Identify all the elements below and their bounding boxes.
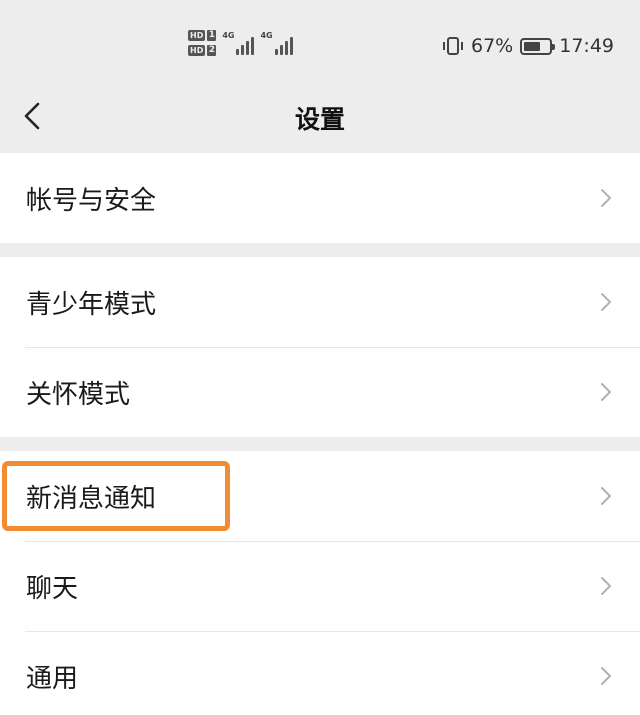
battery-icon (520, 37, 556, 55)
settings-item-notifications[interactable]: 新消息通知 (0, 451, 640, 541)
sim1-slot: 1 (207, 30, 217, 41)
network-type-2: 4G (260, 31, 273, 40)
settings-screen: HD 1 HD 2 4G 4G 67% 17:49 设置 帐号与安全 青少年模式… (0, 0, 640, 715)
settings-item-label: 关怀模式 (26, 379, 131, 410)
page-title: 设置 (294, 105, 345, 134)
settings-item-label: 通用 (26, 663, 79, 694)
clock: 17:49 (559, 35, 614, 57)
settings-item-chat[interactable]: 聊天 (0, 541, 640, 631)
settings-item-care-mode[interactable]: 关怀模式 (0, 347, 640, 437)
chevron-right-icon (601, 577, 611, 595)
signal-indicators: HD 1 HD 2 4G 4G (188, 30, 293, 56)
hd-badge-2: HD (188, 45, 206, 56)
settings-item-account-security[interactable]: 帐号与安全 (0, 153, 640, 243)
nav-header: 设置 (0, 90, 640, 153)
settings-item-label: 帐号与安全 (26, 185, 157, 216)
chevron-right-icon (601, 293, 611, 311)
settings-item-label: 聊天 (26, 573, 79, 604)
status-bar: HD 1 HD 2 4G 4G 67% 17:49 (0, 0, 640, 90)
settings-item-label: 新消息通知 (26, 483, 157, 514)
battery-percent: 67% (471, 35, 514, 57)
settings-group-modes: 青少年模式 关怀模式 (0, 257, 640, 437)
chevron-right-icon (601, 487, 611, 505)
vibrate-icon (443, 37, 463, 55)
sim2-badge: HD 2 (188, 45, 217, 56)
settings-group-general: 新消息通知 聊天 通用 (0, 451, 640, 715)
battery-fill (524, 41, 541, 51)
settings-item-label: 青少年模式 (26, 289, 157, 320)
network-type-1: 4G (222, 31, 235, 40)
signal-icon-2: 4G (260, 31, 293, 55)
settings-item-teen-mode[interactable]: 青少年模式 (0, 257, 640, 347)
sim2-slot: 2 (207, 45, 217, 56)
chevron-right-icon (601, 667, 611, 685)
status-right: 67% 17:49 (442, 35, 614, 57)
hd-badges: HD 1 HD 2 (188, 30, 217, 56)
chevron-right-icon (601, 189, 611, 207)
hd-badge-1: HD (188, 30, 206, 41)
chevron-right-icon (601, 383, 611, 401)
signal-icon-1: 4G (222, 31, 255, 55)
settings-list: 帐号与安全 青少年模式 关怀模式 新消息通知 聊天 通用 (0, 153, 640, 715)
sim1-badge: HD 1 (188, 30, 217, 41)
settings-item-general[interactable]: 通用 (0, 631, 640, 715)
settings-group-account: 帐号与安全 (0, 153, 640, 243)
